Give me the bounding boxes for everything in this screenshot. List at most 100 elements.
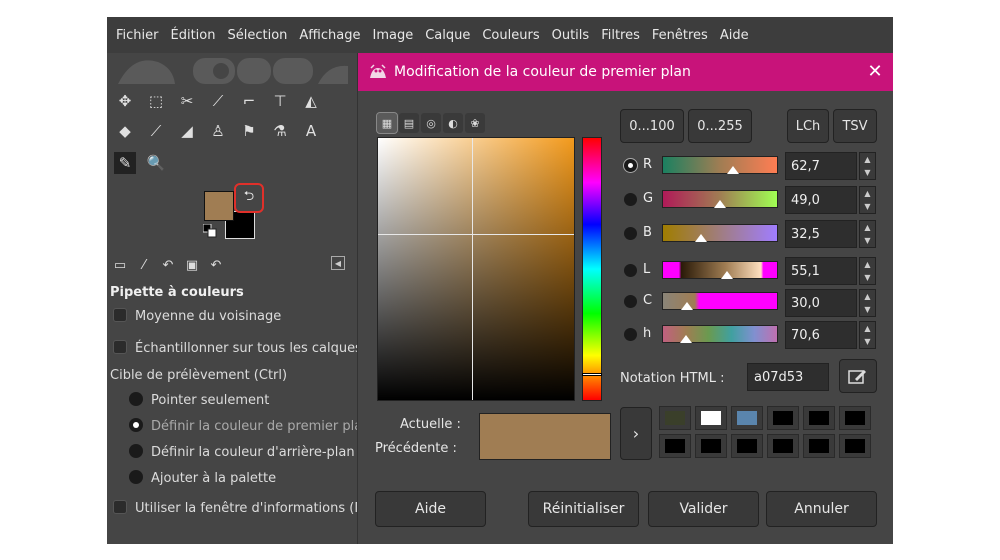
spin-down-icon[interactable]: ▼	[864, 236, 870, 245]
screen-color-picker-button[interactable]	[839, 359, 877, 393]
foreground-color-swatch[interactable]	[204, 191, 234, 221]
clone-icon[interactable]: ◭	[300, 90, 322, 112]
menu-outils[interactable]: Outils	[552, 28, 590, 43]
spin-stepper-h[interactable]: ▲ ▼	[859, 321, 876, 349]
paintbrush-icon[interactable]: ⟋	[145, 120, 167, 142]
sample-merged-checkbox[interactable]: Échantillonner sur tous les calques	[113, 340, 362, 356]
watercolor-selector-icon[interactable]: ◎	[421, 113, 441, 133]
channel-spin-b[interactable]: 32,5	[785, 220, 857, 248]
hue-strip-marker[interactable]	[582, 373, 602, 376]
slider-marker[interactable]	[695, 234, 707, 242]
spin-up-icon[interactable]: ▲	[864, 155, 870, 164]
sample-average-checkbox[interactable]: Moyenne du voisinage	[113, 308, 281, 324]
add-to-history-button[interactable]: ›	[620, 407, 652, 460]
wheel-selector-icon[interactable]: ◐	[443, 113, 463, 133]
spin-down-icon[interactable]: ▼	[864, 273, 870, 282]
slider-marker[interactable]	[681, 302, 693, 310]
channel-radio-c[interactable]	[624, 295, 637, 308]
lch-button[interactable]: LCh	[787, 109, 829, 143]
spin-up-icon[interactable]: ▲	[864, 324, 870, 333]
target-option-pick-only[interactable]: Pointer seulement	[129, 392, 269, 408]
channel-slider-b[interactable]	[662, 224, 778, 242]
channel-slider-l[interactable]	[662, 261, 778, 279]
palette-selector-icon[interactable]: ❀	[465, 113, 485, 133]
slider-marker[interactable]	[714, 200, 726, 208]
menu-selection[interactable]: Sélection	[227, 28, 287, 43]
panel-menu-icon[interactable]: ◀	[331, 256, 345, 270]
brushes-tab-icon[interactable]: ⁄	[134, 255, 154, 275]
reset-colors-icon[interactable]	[203, 224, 217, 238]
menu-edition[interactable]: Édition	[171, 28, 216, 43]
warp-icon[interactable]: ⊤	[269, 90, 291, 112]
cmyk-selector-icon[interactable]: ▤	[399, 113, 419, 133]
dialog-title-bar[interactable]: Modification de la couleur de premier pl…	[358, 53, 893, 91]
spin-up-icon[interactable]: ▲	[864, 223, 870, 232]
channel-radio-h[interactable]	[624, 328, 637, 341]
channel-radio-b[interactable]	[624, 227, 637, 240]
menu-aide[interactable]: Aide	[720, 28, 749, 43]
undo-tab-icon[interactable]: ↶	[206, 255, 226, 275]
zoom-icon[interactable]: 🔍	[145, 152, 167, 174]
channel-slider-g[interactable]	[662, 190, 778, 208]
target-option-background[interactable]: Définir la couleur d'arrière-plan	[129, 444, 355, 460]
history-swatch[interactable]	[731, 434, 763, 458]
history-swatch[interactable]	[695, 406, 727, 430]
history-swatch[interactable]	[695, 434, 727, 458]
channel-spin-h[interactable]: 70,6	[785, 321, 857, 349]
html-notation-field[interactable]: a07d53	[747, 363, 829, 391]
gimp-selector-icon[interactable]: ▦	[376, 112, 398, 134]
spin-stepper-r[interactable]: ▲ ▼	[859, 152, 876, 180]
tool-options-tab-icon[interactable]: ▭	[110, 255, 130, 275]
text-tool-icon[interactable]: A	[300, 120, 322, 142]
spin-stepper-l[interactable]: ▲ ▼	[859, 257, 876, 285]
smudge-icon[interactable]: ⚑	[238, 120, 260, 142]
menu-affichage[interactable]: Affichage	[299, 28, 360, 43]
spin-stepper-c[interactable]: ▲ ▼	[859, 289, 876, 317]
channel-spin-r[interactable]: 62,7	[785, 152, 857, 180]
cancel-button[interactable]: Annuler	[766, 491, 877, 527]
menu-fenetres[interactable]: Fenêtres	[652, 28, 708, 43]
close-icon[interactable]: ✕	[864, 60, 886, 82]
checkbox-box[interactable]	[113, 340, 127, 354]
crop-icon[interactable]: ⌐	[238, 90, 260, 112]
target-option-foreground[interactable]: Définir la couleur de premier pla	[129, 418, 362, 434]
spin-down-icon[interactable]: ▼	[864, 337, 870, 346]
info-window-checkbox[interactable]: Utiliser la fenêtre d'informations (M	[113, 500, 366, 516]
channel-spin-c[interactable]: 30,0	[785, 289, 857, 317]
rect-select-icon[interactable]: ⬚	[145, 90, 167, 112]
history-swatch[interactable]	[731, 406, 763, 430]
channel-spin-l[interactable]: 55,1	[785, 257, 857, 285]
menu-calque[interactable]: Calque	[425, 28, 470, 43]
menu-filtres[interactable]: Filtres	[601, 28, 640, 43]
color-picker-icon[interactable]: ✎	[114, 152, 136, 174]
channel-radio-r[interactable]	[624, 159, 637, 172]
channel-spin-g[interactable]: 49,0	[785, 186, 857, 214]
history-swatch[interactable]	[659, 434, 691, 458]
channel-slider-c[interactable]	[662, 292, 778, 310]
menu-couleurs[interactable]: Couleurs	[482, 28, 539, 43]
slider-marker[interactable]	[727, 166, 739, 174]
menu-fichier[interactable]: Fichier	[116, 28, 159, 43]
channel-radio-g[interactable]	[624, 193, 637, 206]
spin-down-icon[interactable]: ▼	[864, 202, 870, 211]
history-swatch[interactable]	[803, 434, 835, 458]
history-swatch[interactable]	[803, 406, 835, 430]
scale-0-255-button[interactable]: 0...255	[688, 109, 752, 143]
slider-marker[interactable]	[680, 335, 692, 343]
hue-strip[interactable]	[582, 137, 602, 401]
move-tool-icon[interactable]: ✥	[114, 90, 136, 112]
hsv-button[interactable]: TSV	[833, 109, 877, 143]
channel-radio-l[interactable]	[624, 264, 637, 277]
target-option-palette[interactable]: Ajouter à la palette	[129, 470, 276, 486]
radio-button[interactable]	[129, 392, 143, 406]
history-swatch[interactable]	[767, 406, 799, 430]
spin-up-icon[interactable]: ▲	[864, 260, 870, 269]
heal-icon[interactable]: ♙	[207, 120, 229, 142]
checkbox-box[interactable]	[113, 500, 127, 514]
spin-stepper-g[interactable]: ▲ ▼	[859, 186, 876, 214]
radio-button[interactable]	[129, 418, 143, 432]
spin-down-icon[interactable]: ▼	[864, 305, 870, 314]
history-swatch[interactable]	[767, 434, 799, 458]
reset-button[interactable]: Réinitialiser	[528, 491, 639, 527]
radio-button[interactable]	[129, 444, 143, 458]
